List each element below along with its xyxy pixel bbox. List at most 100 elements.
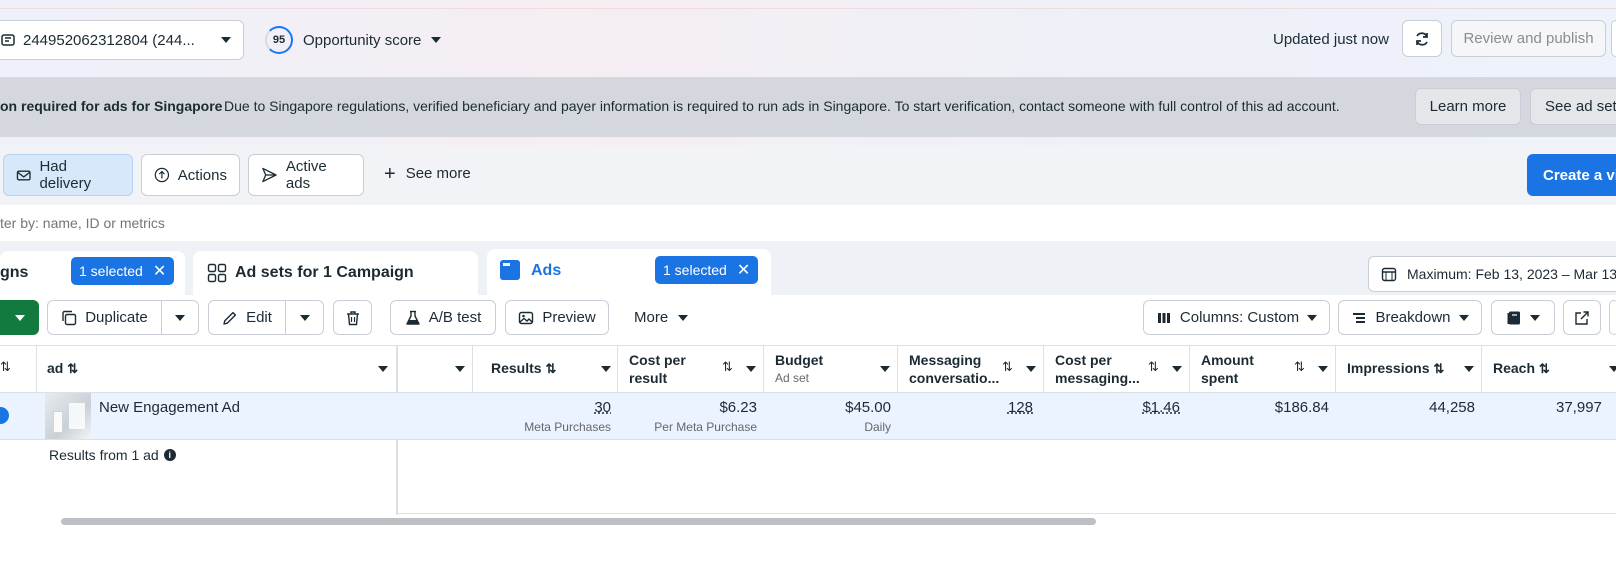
date-range-picker[interactable]: Maximum: Feb 13, 2023 – Mar 13,	[1368, 256, 1616, 292]
column-label: Cost per	[1055, 352, 1112, 368]
edit-button[interactable]: Edit	[208, 300, 286, 335]
cost-per-result-sublabel: Per Meta Purchase	[654, 420, 757, 434]
banner-title: on required for ads for Singapore	[0, 98, 223, 114]
sort-icon[interactable]: ⇅	[1433, 361, 1444, 376]
column-header-amount-spent[interactable]: Amount spent	[1201, 351, 1254, 387]
publish-dropdown-button[interactable]	[0, 300, 39, 335]
sort-icon[interactable]: ⇅	[67, 361, 78, 376]
filter-bar	[0, 145, 1616, 205]
score-ring: 95	[265, 26, 293, 54]
ad-name[interactable]: New Engagement Ad	[99, 399, 240, 416]
column-label: spent	[1201, 370, 1239, 386]
columns-icon	[1157, 312, 1170, 323]
score-label: Opportunity score	[303, 31, 422, 49]
column-header-cost-per-result[interactable]: Cost per result	[629, 351, 686, 387]
opportunity-score[interactable]: 95 Opportunity score	[265, 26, 442, 54]
ab-test-button[interactable]: A/B test	[390, 300, 496, 335]
tab-label: gns	[0, 264, 29, 281]
learn-more-button[interactable]: Learn more	[1415, 88, 1521, 125]
pencil-icon	[223, 311, 237, 325]
chevron-down-icon[interactable]	[1318, 366, 1328, 372]
filter-had-delivery[interactable]: Had delivery	[3, 154, 133, 196]
chevron-down-icon	[1458, 314, 1469, 321]
cost-messaging-value[interactable]: $1.46	[1060, 399, 1180, 416]
filter-label: Actions	[177, 166, 227, 184]
close-icon[interactable]: ✕	[737, 260, 750, 280]
account-selector[interactable]: 244952062312804 (244...	[0, 20, 244, 60]
delete-button[interactable]	[333, 300, 372, 335]
ab-test-label: A/B test	[428, 309, 482, 326]
chevron-down-icon[interactable]	[746, 366, 756, 372]
chevron-down-icon[interactable]	[601, 366, 611, 372]
columns-button[interactable]: Columns: Custom	[1143, 300, 1330, 335]
chevron-down-icon	[431, 37, 442, 43]
column-header-impressions[interactable]: Impressions ⇅	[1347, 359, 1444, 378]
chevron-down-icon[interactable]	[1172, 366, 1182, 372]
breakdown-label: Breakdown	[1375, 309, 1451, 326]
review-publish-button[interactable]: Review and publish	[1451, 20, 1606, 57]
chevron-down-icon[interactable]	[880, 366, 890, 372]
column-header-ad[interactable]: ad ⇅	[47, 359, 78, 378]
duplicate-button[interactable]: Duplicate	[47, 300, 162, 335]
send-icon	[262, 167, 277, 183]
export-button[interactable]	[1563, 300, 1601, 335]
selected-badge[interactable]: 1 selected ✕	[71, 257, 175, 285]
chevron-down-icon[interactable]	[1609, 366, 1616, 372]
create-view-button[interactable]: Create a view	[1527, 154, 1616, 196]
more-button[interactable]: More	[634, 309, 689, 326]
duplicate-dropdown-button[interactable]	[161, 300, 199, 335]
sort-icon[interactable]: ⇅	[545, 361, 556, 376]
sort-icon[interactable]: ⇅	[1148, 359, 1159, 375]
tab-adsets[interactable]: Ad sets for 1 Campaign	[193, 251, 478, 295]
sort-icon[interactable]: ⇅	[1002, 359, 1013, 375]
more-header-button[interactable]	[1611, 20, 1616, 57]
sort-icon[interactable]: ⇅	[722, 359, 733, 375]
results-value[interactable]: 30	[560, 399, 611, 416]
filter-actions[interactable]: Actions	[141, 154, 240, 196]
sort-icon[interactable]: ⇅	[0, 359, 11, 375]
cost-messaging-number: $1.46	[1142, 399, 1180, 416]
chevron-down-icon[interactable]	[1026, 366, 1036, 372]
thumbnail-figure	[53, 411, 63, 433]
ad-thumbnail[interactable]	[45, 393, 91, 439]
external-link-icon	[1575, 310, 1589, 325]
see-ad-sets-button[interactable]: See ad sets	[1530, 88, 1616, 125]
column-header-reach[interactable]: Reach ⇅	[1493, 359, 1550, 378]
column-sublabel: Ad set	[775, 371, 810, 385]
breakdown-button[interactable]: Breakdown	[1338, 300, 1482, 335]
search-input[interactable]	[0, 211, 700, 235]
breakdown-icon	[1353, 312, 1366, 323]
column-header-budget[interactable]: Budget Ad set	[775, 351, 823, 387]
chevron-down-icon[interactable]	[378, 366, 388, 372]
close-icon[interactable]: ✕	[153, 261, 166, 281]
filter-active-ads[interactable]: Active ads	[248, 154, 364, 196]
chevron-down-icon[interactable]	[1464, 366, 1474, 372]
column-header-results[interactable]: Results ⇅	[491, 359, 556, 378]
see-more-button[interactable]: + See more	[384, 164, 471, 184]
updated-status: Updated just now	[1273, 31, 1389, 48]
more-toolbar-button[interactable]	[1609, 300, 1616, 335]
preview-button[interactable]: Preview	[505, 300, 609, 335]
more-label: More	[634, 309, 669, 326]
edit-dropdown-button[interactable]	[285, 300, 324, 335]
tab-ads[interactable]: Ads 1 selected ✕	[487, 249, 771, 295]
sort-icon[interactable]: ⇅	[1294, 359, 1305, 375]
edit-label: Edit	[246, 309, 272, 326]
tab-campaigns[interactable]: gns 1 selected ✕	[0, 251, 185, 295]
column-label: ad	[47, 360, 64, 376]
column-header-messaging[interactable]: Messaging conversatio...	[909, 351, 999, 387]
trash-icon	[346, 310, 359, 325]
refresh-button[interactable]	[1402, 20, 1442, 57]
column-label: result	[629, 370, 668, 386]
selected-badge[interactable]: 1 selected ✕	[655, 256, 759, 284]
column-header-cost-per-messaging[interactable]: Cost per messaging...	[1055, 351, 1140, 387]
sort-icon[interactable]: ⇅	[1539, 361, 1550, 376]
chevron-down-icon[interactable]	[455, 366, 465, 372]
messaging-value[interactable]: 128	[920, 399, 1033, 416]
reports-button[interactable]	[1491, 300, 1555, 335]
upload-circle-icon	[154, 167, 170, 183]
horizontal-scrollbar[interactable]	[61, 518, 1096, 525]
budget-sublabel: Daily	[864, 420, 891, 434]
column-label: Impressions	[1347, 360, 1430, 376]
info-icon[interactable]: i	[163, 449, 176, 461]
